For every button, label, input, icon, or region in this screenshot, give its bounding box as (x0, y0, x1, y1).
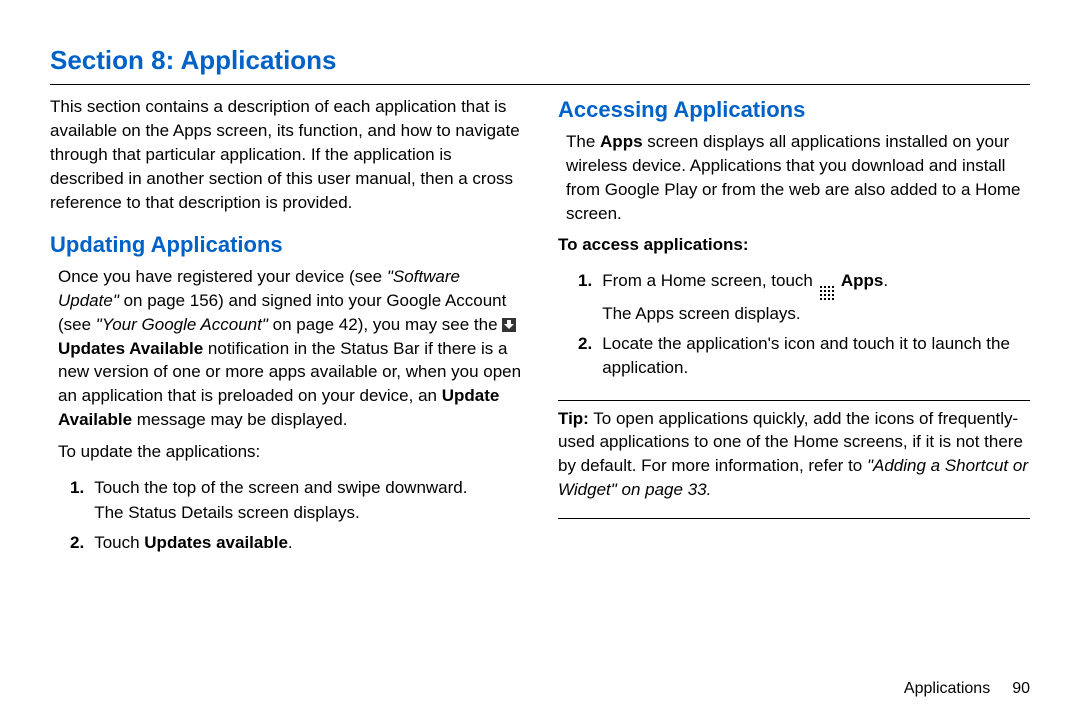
tip-rule-top (558, 400, 1030, 401)
title-rule (50, 84, 1030, 85)
intro-paragraph: This section contains a description of e… (50, 95, 522, 214)
updating-paragraph: Once you have registered your device (se… (50, 265, 522, 432)
list-item: 2. Touch Updates available. (70, 531, 522, 555)
apps-label: Apps (600, 132, 643, 151)
step-number: 2. (70, 531, 84, 555)
accessing-paragraph: The Apps screen displays all application… (558, 130, 1030, 225)
left-column: This section contains a description of e… (50, 95, 522, 667)
footer-section: Applications (904, 680, 990, 697)
list-item: 1. Touch the top of the screen and swipe… (70, 476, 522, 526)
text: on page 42), you may see the (268, 315, 502, 334)
step-number: 1. (70, 476, 84, 526)
footer-page-number: 90 (1012, 680, 1030, 697)
page-title: Section 8: Applications (50, 42, 1030, 78)
update-steps: 1. Touch the top of the screen and swipe… (70, 476, 522, 561)
step-text: From a Home screen, touch (602, 271, 817, 290)
download-icon (502, 318, 516, 332)
tip-label: Tip: (558, 409, 589, 428)
updating-heading: Updating Applications (50, 230, 522, 261)
apps-grid-icon (820, 286, 835, 301)
text: . (288, 533, 293, 552)
step-result: The Apps screen displays. (602, 302, 1030, 326)
step-number: 2. (578, 332, 592, 380)
right-column: Accessing Applications The Apps screen d… (558, 95, 1030, 667)
accessing-heading: Accessing Applications (558, 95, 1030, 126)
tip-text: on page 33. (617, 480, 712, 499)
tip-rule-bottom (558, 518, 1030, 519)
updates-available-button: Updates available (144, 533, 288, 552)
tip-paragraph: Tip: To open applications quickly, add t… (558, 407, 1030, 502)
two-column-layout: This section contains a description of e… (50, 95, 1030, 667)
text: Once you have registered your device (se… (58, 267, 387, 286)
text: . (883, 271, 888, 290)
step-number: 1. (578, 269, 592, 326)
apps-label: Apps (841, 271, 884, 290)
xref-google-account: "Your Google Account" (96, 315, 268, 334)
list-item: 1. From a Home screen, touch Apps. The A… (578, 269, 1030, 326)
updates-available-label: Updates Available (58, 339, 203, 358)
step-result: The Status Details screen displays. (94, 501, 522, 525)
step-text: Locate the application's icon and touch … (602, 334, 1010, 377)
text: The (566, 132, 600, 151)
list-item: 2. Locate the application's icon and tou… (578, 332, 1030, 380)
update-lead-in: To update the applications: (50, 440, 522, 464)
page-footer: Applications 90 (50, 668, 1030, 700)
text: message may be displayed. (132, 410, 347, 429)
step-text: Touch the top of the screen and swipe do… (94, 478, 467, 497)
access-subhead: To access applications: (558, 233, 1030, 257)
step-text: Touch (94, 533, 144, 552)
access-steps: 1. From a Home screen, touch Apps. The A… (578, 269, 1030, 385)
